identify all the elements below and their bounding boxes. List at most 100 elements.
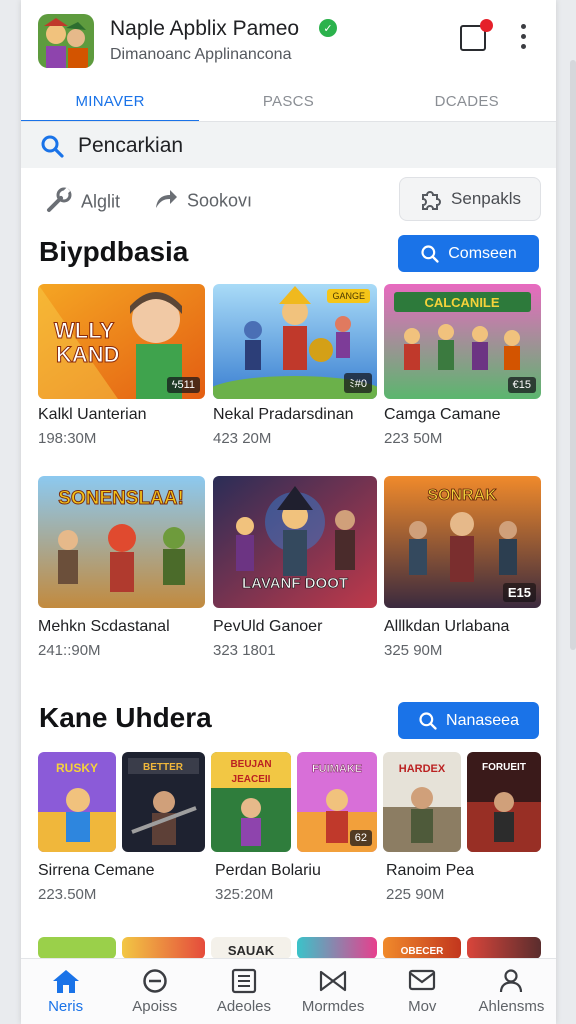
nav-mormdes[interactable]: Mormdes [289, 959, 378, 1024]
game-name: PevUld Ganoer [213, 618, 323, 635]
section-title-biypdbasia: Biypdbasia [39, 236, 189, 267]
svg-text:BEUJAN: BEUJAN [230, 759, 271, 770]
nanaseea-button[interactable]: Nanaseea [398, 702, 539, 739]
game-downloads: 325:20M [215, 886, 274, 903]
filter-alglit-label: Alglit [81, 191, 121, 212]
game-thumbnail-small[interactable] [297, 937, 377, 959]
game-thumbnail-small[interactable] [122, 937, 205, 959]
game-card[interactable]: CALCANILE €15 Camga Camane 223 50M [384, 284, 541, 454]
game-name: Nekal Pradarsdinan [213, 406, 354, 423]
game-thumbnail: SAUAK [211, 937, 291, 959]
nav-mov[interactable]: Mov [378, 959, 467, 1024]
search-icon [420, 244, 440, 264]
game-label-block[interactable]: Ranoim Pea 225 90M [386, 860, 546, 908]
comseen-button[interactable]: Comseen [398, 235, 539, 272]
game-thumbnail-small[interactable]: FORUEIT [467, 752, 541, 852]
game-name: Ranoim Pea [386, 862, 475, 879]
game-thumbnail-small[interactable]: HARDEX [383, 752, 461, 852]
svg-text:RUSKY: RUSKY [56, 761, 98, 775]
svg-text:FUIMAKE: FUIMAKE [312, 763, 362, 775]
game-downloads: 198:30M [38, 430, 97, 447]
game-thumbnail: HARDEX [383, 752, 461, 852]
game-thumbnail-small[interactable]: BETTER [122, 752, 205, 852]
app-screen: Naple Apblix Pameo ✓ Dimanoanc Applinanc… [21, 0, 556, 1024]
nav-label: Mormdes [301, 998, 365, 1015]
search-label: Pencarkian [78, 134, 184, 157]
list-icon [231, 968, 257, 999]
game-thumbnail: BEUJAN JEACEII [211, 752, 291, 852]
comseen-label: Comseen [448, 244, 517, 262]
game-label-block[interactable]: Sirrena Cemane 223.50M [38, 860, 208, 908]
game-thumbnail [122, 937, 205, 959]
bowtie-icon [319, 968, 347, 999]
game-thumbnail: CALCANILE €15 [384, 284, 541, 399]
filter-alglit[interactable]: Alglit [45, 186, 120, 219]
game-thumbnail-small[interactable]: RUSKY [38, 752, 116, 852]
nav-label: Neris [48, 998, 84, 1015]
game-thumbnail-small[interactable]: FUIMAKE 62 [297, 752, 377, 852]
nav-neris[interactable]: Neris [21, 959, 110, 1024]
game-badge: €15 [507, 377, 536, 393]
senpakls-button[interactable]: Senpakls [399, 177, 541, 221]
game-thumbnail-small[interactable]: BEUJAN JEACEII [211, 752, 291, 852]
app-subtitle: Dimanoanc Applinancona [110, 46, 292, 63]
scrollbar[interactable] [570, 60, 576, 650]
game-card[interactable]: GANGE ﾐ#0 Nekal Pradarsdinan 423 20M [213, 284, 377, 454]
app-header: Naple Apblix Pameo ✓ Dimanoanc Applinanc… [21, 0, 556, 80]
nav-label: Ahlensms [478, 998, 545, 1015]
search-icon [40, 134, 64, 163]
game-thumbnail-small[interactable]: OBECER [383, 937, 461, 959]
game-thumbnail: LAVANF DOOT [213, 476, 377, 608]
game-thumbnail: FUIMAKE 62 [297, 752, 377, 852]
game-thumbnail-small[interactable] [467, 937, 541, 959]
share-arrow-icon [153, 186, 179, 217]
nav-adeoles[interactable]: Adeoles [199, 959, 288, 1024]
svg-text:BETTER: BETTER [143, 762, 184, 773]
game-card[interactable]: WLLY KAND ϟ511 Kalkl Uanterian 198:30M [38, 284, 205, 454]
app-title: Naple Apblix Pameo [110, 17, 300, 40]
game-downloads: 223.50M [38, 886, 97, 903]
svg-text:FORUEIT: FORUEIT [482, 762, 526, 773]
mail-icon [408, 968, 436, 997]
game-downloads: 423 20M [213, 430, 272, 447]
svg-text:CALCANILE: CALCANILE [424, 295, 499, 310]
svg-text:JEACEII: JEACEII [232, 774, 271, 785]
game-downloads: 225 90M [386, 886, 445, 903]
clock-icon [142, 968, 168, 999]
more-vert-icon[interactable] [515, 24, 531, 54]
svg-text:SAUAK: SAUAK [228, 943, 275, 958]
puzzle-icon [419, 187, 443, 211]
app-icon[interactable] [38, 14, 94, 68]
notification-icon[interactable] [460, 19, 493, 51]
game-name: Camga Camane [384, 406, 501, 423]
game-thumbnail [38, 937, 116, 959]
person-icon [498, 968, 524, 999]
svg-text:HARDEX: HARDEX [399, 763, 446, 775]
tab-pascs[interactable]: PASCS [199, 82, 377, 122]
game-badge: 62 [349, 830, 372, 846]
game-card[interactable]: SONENSLAA! Mehkn Scdastanal 241::90M [38, 476, 205, 662]
game-badge: ϟ511 [166, 377, 200, 393]
section-title-kane-uhdera: Kane Uhdera [39, 702, 212, 733]
search-bar[interactable]: Pencarkian [21, 122, 556, 168]
game-card[interactable]: SONRAK E15 Alllkdan Urlabana 325 90M [384, 476, 541, 662]
filter-sookovi[interactable]: Sookovı [153, 186, 252, 217]
game-thumbnail: SONRAK E15 [384, 476, 541, 608]
nav-label: Apoiss [132, 998, 178, 1015]
game-card[interactable]: LAVANF DOOT PevUld Ganoer 323 1801 [213, 476, 377, 662]
nav-ahlensms[interactable]: Ahlensms [467, 959, 556, 1024]
game-thumbnail-small[interactable]: SAUAK [211, 937, 291, 959]
nav-label: Adeoles [216, 998, 272, 1015]
game-thumbnail-small[interactable] [38, 937, 116, 959]
game-thumbnail: SONENSLAA! [38, 476, 205, 608]
game-badge: ﾐ#0 [344, 373, 372, 393]
svg-text:OBECER: OBECER [401, 946, 445, 957]
svg-text:KAND: KAND [56, 342, 120, 367]
nav-apoiss[interactable]: Apoiss [110, 959, 199, 1024]
game-label-block[interactable]: Perdan Bolariu 325:20M [215, 860, 385, 908]
wrench-icon [45, 186, 73, 219]
game-thumbnail: FORUEIT [467, 752, 541, 852]
svg-text:LAVANF DOOT: LAVANF DOOT [242, 575, 348, 592]
tab-minaver[interactable]: MINAVER [21, 82, 200, 122]
tab-dcades[interactable]: DCADES [378, 82, 556, 122]
